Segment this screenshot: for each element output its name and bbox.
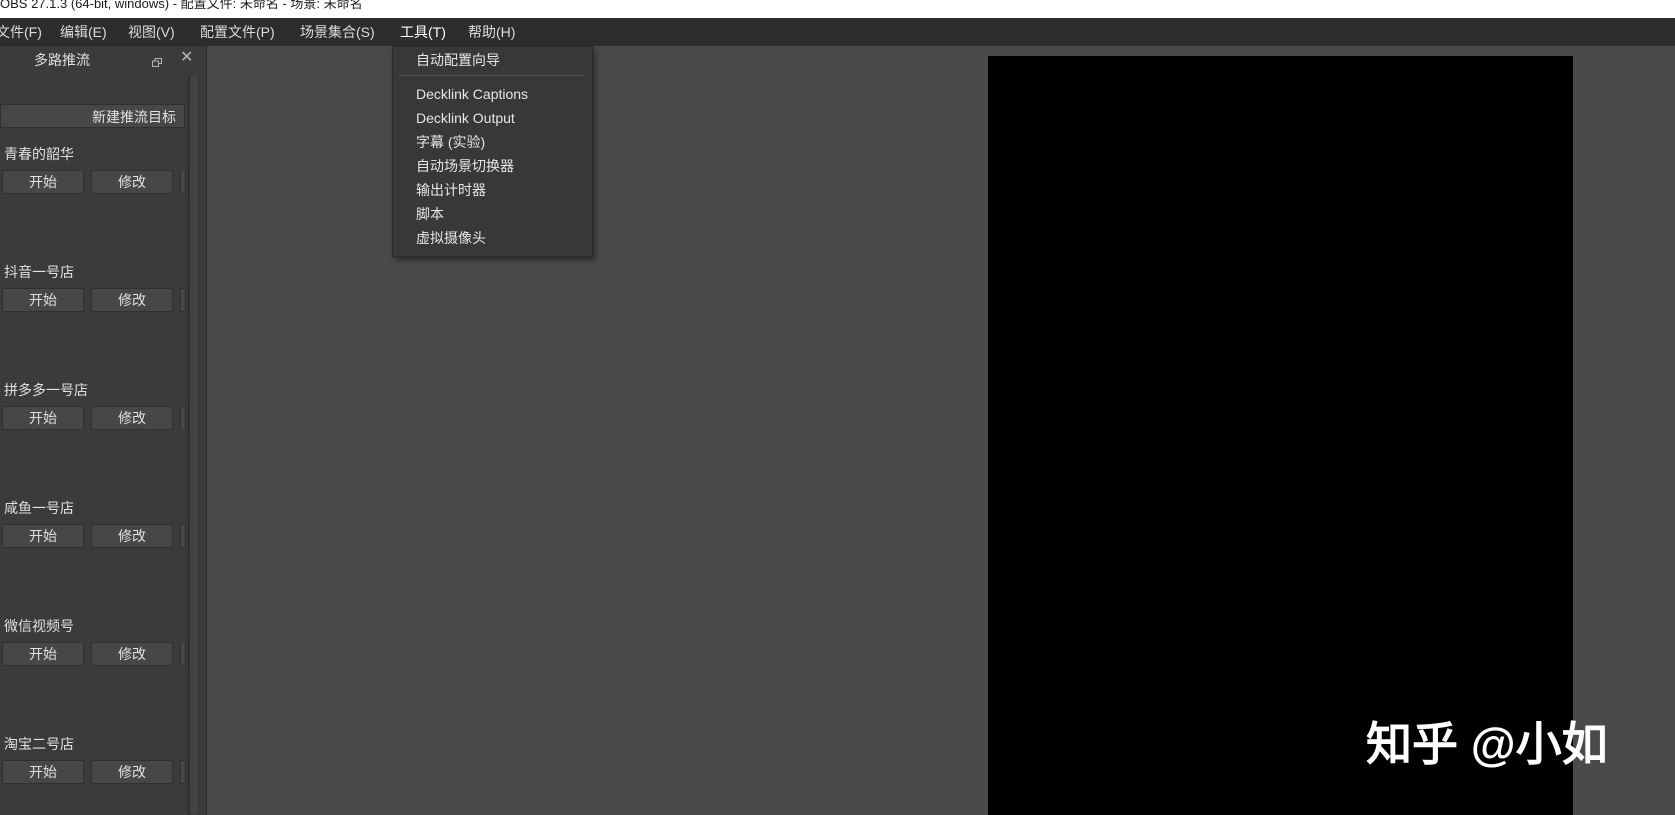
stream-entry-name: 拼多多一号店 [4,382,88,398]
close-icon[interactable]: ✕ [180,49,193,67]
menu-help[interactable]: 帮助(H) [468,18,515,46]
stream-entry-name: 咸鱼一号店 [4,500,74,516]
menu-view[interactable]: 视图(V) [128,18,175,46]
dock-title: 多路推流 [34,52,90,68]
multi-stream-dock: 多路推流 ✕ 新建推流目标 青春的韶华 开始 修改 抖音一号店 开始 修改 拼多… [0,46,207,815]
start-button[interactable]: 开始 [2,170,84,194]
menu-profile[interactable]: 配置文件(P) [200,18,275,46]
menu-item-virtual-camera[interactable]: 虚拟摄像头 [416,227,486,249]
stream-entry: 淘宝二号店 开始 修改 [0,734,188,792]
preview-canvas[interactable] [988,56,1573,815]
stream-entry: 咸鱼一号店 开始 修改 [0,498,188,556]
more-button[interactable] [180,642,186,666]
menu-item-decklink-captions[interactable]: Decklink Captions [416,83,528,105]
dock-header: 多路推流 ✕ [0,46,206,72]
edit-button[interactable]: 修改 [91,760,173,784]
more-button[interactable] [180,524,186,548]
start-button[interactable]: 开始 [2,760,84,784]
window-title-bar: OBS 27.1.3 (64-bit, windows) - 配置文件: 未命名… [0,0,1675,18]
menu-item-captions-experimental[interactable]: 字幕 (实验) [416,131,485,153]
menu-scene-collection[interactable]: 场景集合(S) [300,18,375,46]
menu-item-scripts[interactable]: 脚本 [416,203,444,225]
stream-entry: 微信视频号 开始 修改 [0,616,188,674]
start-button[interactable]: 开始 [2,288,84,312]
menu-item-output-timer[interactable]: 输出计时器 [416,179,486,201]
dock-scroll-area: 新建推流目标 青春的韶华 开始 修改 抖音一号店 开始 修改 拼多多一号店 开始… [0,72,188,815]
stream-entry-name: 微信视频号 [4,618,74,634]
stream-entry-name: 青春的韶华 [4,146,74,162]
dock-scrollbar[interactable] [188,76,199,815]
start-button[interactable]: 开始 [2,642,84,666]
window-title: OBS 27.1.3 (64-bit, windows) - 配置文件: 未命名… [0,0,363,11]
watermark: 知乎 @小如 [1366,718,1608,770]
stream-entry-name: 淘宝二号店 [4,736,74,752]
menu-item-auto-scene-switcher[interactable]: 自动场景切换器 [416,155,514,177]
edit-button[interactable]: 修改 [91,288,173,312]
edit-button[interactable]: 修改 [91,406,173,430]
start-button[interactable]: 开始 [2,524,84,548]
stream-entry: 抖音一号店 开始 修改 [0,262,188,320]
menu-bar: 文件(F) 编辑(E) 视图(V) 配置文件(P) 场景集合(S) 工具(T) … [0,18,1675,47]
more-button[interactable] [180,288,186,312]
stream-entry: 青春的韶华 开始 修改 [0,144,188,202]
menu-item-auto-config-wizard[interactable]: 自动配置向导 [416,49,500,71]
edit-button[interactable]: 修改 [91,170,173,194]
stream-entry: 拼多多一号店 开始 修改 [0,380,188,438]
more-button[interactable] [180,406,186,430]
edit-button[interactable]: 修改 [91,524,173,548]
edit-button[interactable]: 修改 [91,642,173,666]
float-icon[interactable] [152,54,162,67]
scrollbar-thumb[interactable] [190,76,198,815]
start-button[interactable]: 开始 [2,406,84,430]
more-button[interactable] [180,170,186,194]
menu-file[interactable]: 文件(F) [0,18,42,46]
more-button[interactable] [180,760,186,784]
tools-dropdown-menu: 自动配置向导 Decklink Captions Decklink Output… [392,46,593,257]
menu-edit[interactable]: 编辑(E) [60,18,107,46]
new-stream-target-button[interactable]: 新建推流目标 [0,104,185,128]
menu-item-decklink-output[interactable]: Decklink Output [416,107,515,129]
menu-separator [399,75,584,76]
stream-entry-name: 抖音一号店 [4,264,74,280]
menu-tools[interactable]: 工具(T) [400,18,446,46]
